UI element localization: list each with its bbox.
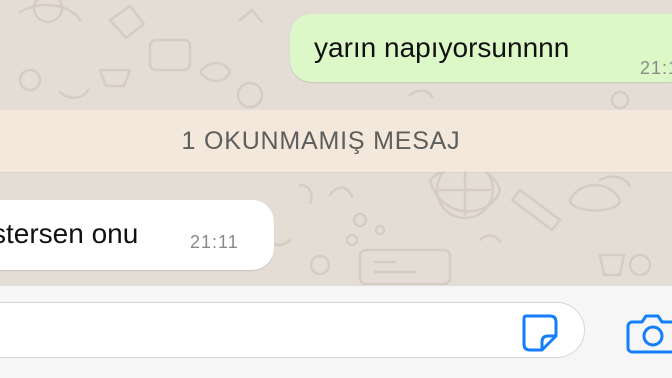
- incoming-message-text: stersen onu: [0, 218, 139, 249]
- outgoing-message-text: yarın napıyorsunnnn: [314, 32, 570, 63]
- unread-messages-label: 1 OKUNMAMIŞ MESAJ: [181, 126, 461, 155]
- outgoing-message-bubble[interactable]: yarın napıyorsunnnn 21:1: [290, 14, 672, 82]
- incoming-message-time: 21:11: [190, 232, 239, 252]
- camera-icon[interactable]: [626, 308, 672, 356]
- outgoing-message-time: 21:1: [640, 58, 672, 78]
- incoming-message-bubble[interactable]: stersen onu 21:11: [0, 200, 274, 270]
- message-input[interactable]: [0, 302, 585, 358]
- composer-bar: [0, 285, 672, 378]
- sticker-icon[interactable]: [518, 310, 562, 354]
- unread-messages-divider: 1 OKUNMAMIŞ MESAJ: [0, 110, 672, 172]
- chat-screen: yarın napıyorsunnnn 21:1 1 OKUNMAMIŞ MES…: [0, 0, 672, 378]
